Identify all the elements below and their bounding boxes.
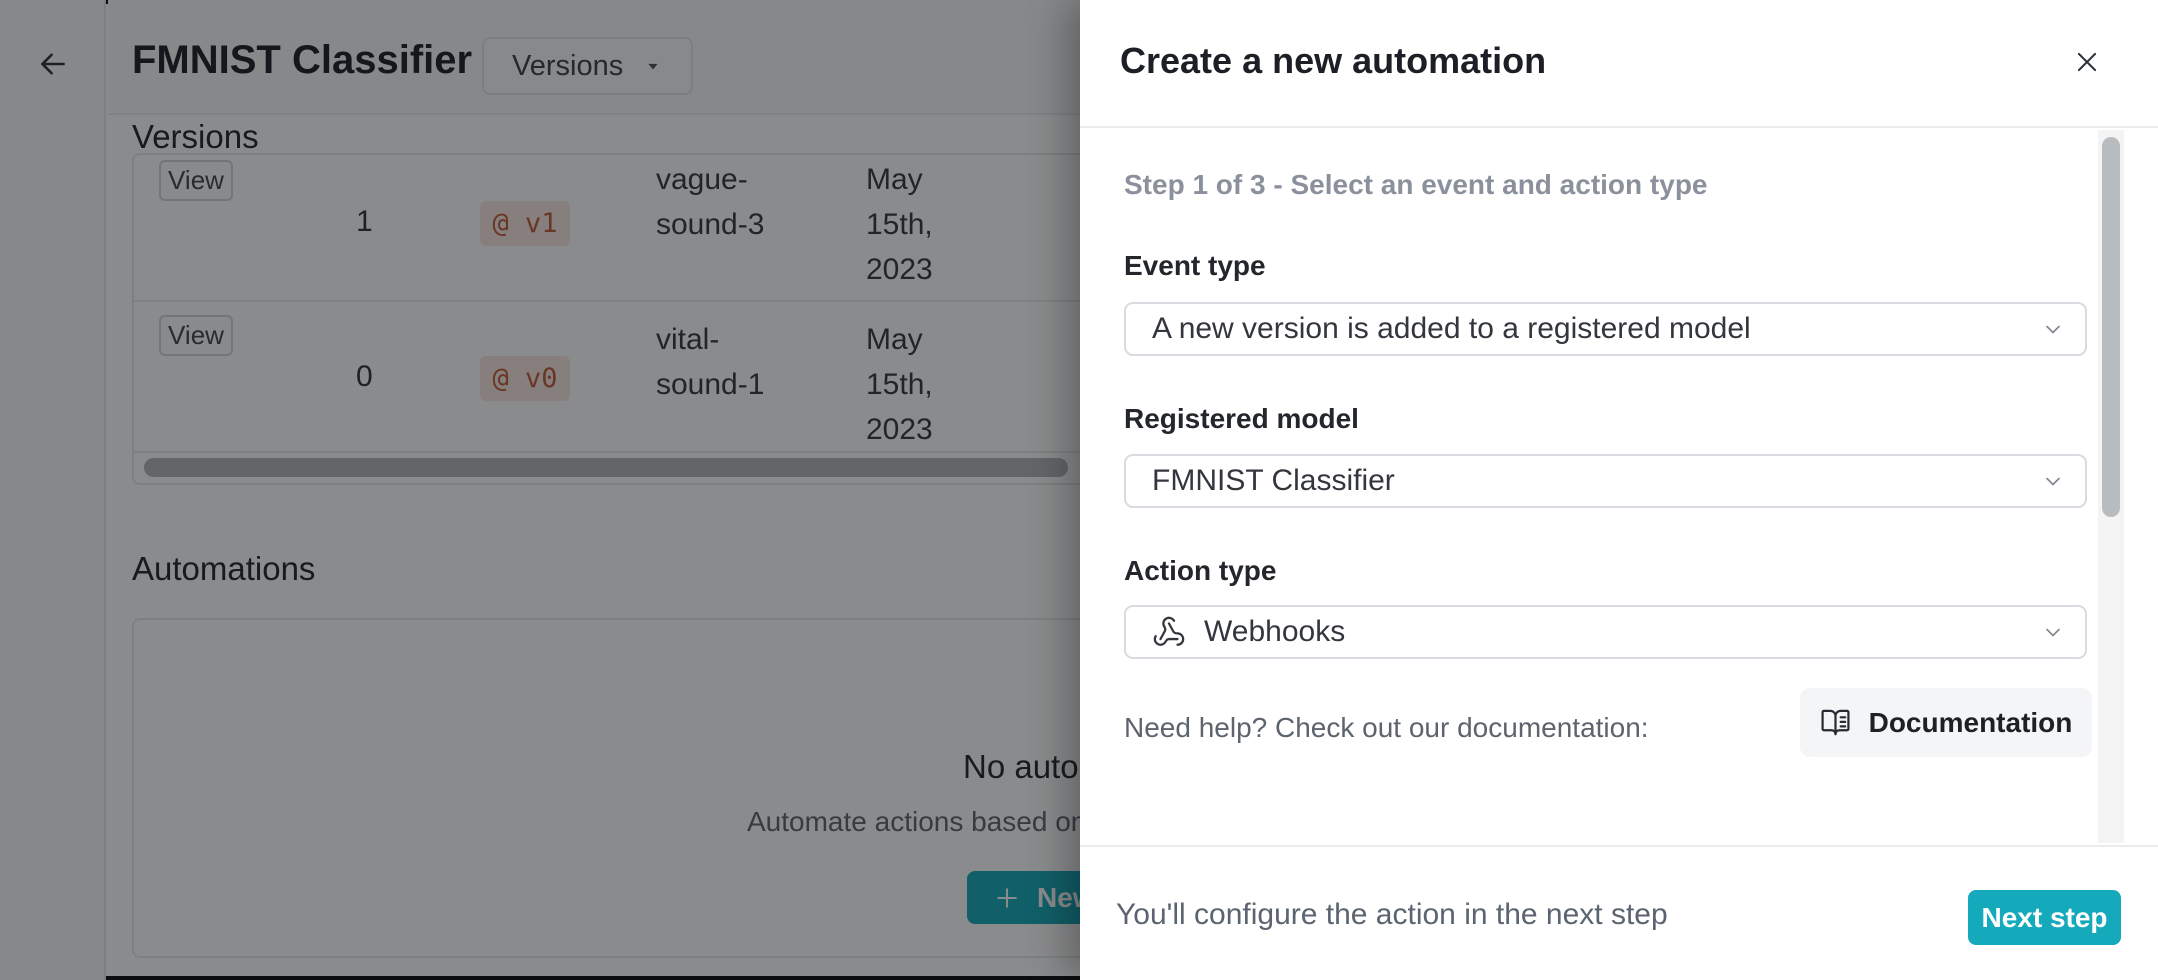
close-icon	[2072, 47, 2102, 77]
modal-header: Create a new automation	[1080, 0, 2158, 128]
chevron-down-icon	[2041, 317, 2065, 341]
modal-body: Step 1 of 3 - Select an event and action…	[1080, 128, 2158, 845]
chevron-down-icon	[2041, 620, 2065, 644]
next-step-button[interactable]: Next step	[1968, 890, 2121, 945]
webhook-icon	[1152, 615, 1186, 649]
event-type-value: A new version is added to a registered m…	[1152, 312, 1751, 346]
registered-model-value: FMNIST Classifier	[1152, 464, 1395, 498]
step-indicator: Step 1 of 3 - Select an event and action…	[1124, 171, 1708, 199]
event-type-label: Event type	[1124, 252, 1266, 280]
modal-footer: You'll configure the action in the next …	[1080, 845, 2158, 980]
chevron-down-icon	[2041, 469, 2065, 493]
action-type-label: Action type	[1124, 557, 1276, 585]
app-window: FMNIST Classifier Versions Versions View…	[0, 0, 2158, 980]
event-type-select[interactable]: A new version is added to a registered m…	[1124, 302, 2087, 356]
help-text: Need help? Check out our documentation:	[1124, 714, 1649, 742]
registered-model-select[interactable]: FMNIST Classifier	[1124, 454, 2087, 508]
action-type-select[interactable]: Webhooks	[1124, 605, 2087, 659]
documentation-button[interactable]: Documentation	[1800, 688, 2092, 757]
documentation-button-label: Documentation	[1869, 707, 2073, 739]
create-automation-modal: Create a new automation Step 1 of 3 - Se…	[1080, 0, 2158, 980]
book-open-icon	[1820, 707, 1851, 738]
modal-scrollbar-thumb[interactable]	[2102, 137, 2120, 517]
close-button[interactable]	[2063, 38, 2111, 86]
footer-note: You'll configure the action in the next …	[1116, 900, 1668, 930]
action-type-value: Webhooks	[1204, 615, 1345, 649]
registered-model-label: Registered model	[1124, 405, 1359, 433]
next-step-button-label: Next step	[1981, 902, 2107, 934]
modal-title: Create a new automation	[1120, 43, 1546, 79]
